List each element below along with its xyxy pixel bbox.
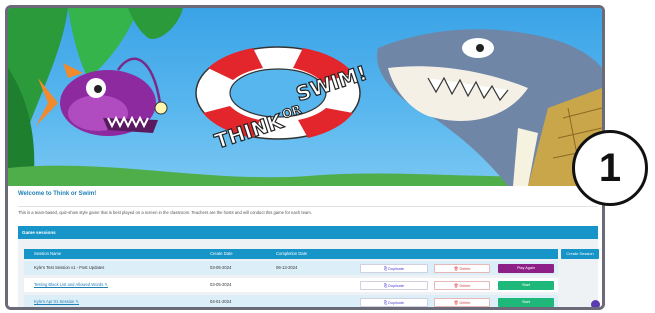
game-sessions-header: Game sessions bbox=[18, 226, 598, 239]
column-completion-date: Completion Date bbox=[276, 251, 308, 256]
table-row: Testing Black List and Allowed Words ✎ 0… bbox=[24, 278, 558, 292]
create-date: 03-05-2024 bbox=[210, 282, 232, 287]
game-description: This is a team-based, quiz-show style ga… bbox=[18, 210, 312, 215]
annotation-number-badge: 1 bbox=[572, 130, 648, 206]
sessions-table-header: Session Name Create Date Completion Date bbox=[24, 249, 558, 259]
duplicate-button[interactable]: ⎘ Duplicate bbox=[360, 298, 428, 307]
completion-date: 06-13-2024 bbox=[276, 265, 298, 270]
duplicate-button[interactable]: ⎘ Duplicate bbox=[360, 264, 428, 273]
welcome-title: Welcome to Think or Swim! bbox=[18, 191, 97, 197]
create-date: 04-01-2024 bbox=[210, 299, 232, 304]
delete-button[interactable]: 🗑 Delete bbox=[434, 281, 490, 290]
start-button[interactable]: Start bbox=[498, 281, 554, 290]
divider bbox=[18, 206, 598, 207]
table-row: Kyle's Apr 01 Session ✎ 04-01-2024 ⎘ Dup… bbox=[24, 295, 558, 307]
play-again-button[interactable]: Play Again bbox=[498, 264, 554, 273]
start-button[interactable]: Start bbox=[498, 298, 554, 307]
edit-pencil-icon[interactable]: ✎ bbox=[104, 282, 108, 287]
chat-widget-icon[interactable] bbox=[591, 300, 600, 307]
column-session-name: Session Name bbox=[34, 251, 62, 256]
think-or-swim-banner: THINK OR SWIM! bbox=[8, 8, 602, 186]
session-name-link[interactable]: Testing Black List and Allowed Words ✎ bbox=[34, 278, 108, 292]
duplicate-button[interactable]: ⎘ Duplicate bbox=[360, 281, 428, 290]
banner-illustration: THINK OR SWIM! bbox=[8, 8, 602, 186]
main-content: Welcome to Think or Swim! This is a team… bbox=[8, 186, 602, 307]
delete-button[interactable]: 🗑 Delete bbox=[434, 264, 490, 273]
create-date: 03-05-2024 bbox=[210, 265, 232, 270]
app-window: THINK OR SWIM! Welcome to Think or Swim!… bbox=[5, 5, 605, 310]
create-session-button[interactable]: Create Session bbox=[561, 249, 599, 259]
session-name-link[interactable]: Kyle's Apr 01 Session ✎ bbox=[34, 295, 80, 307]
delete-button[interactable]: 🗑 Delete bbox=[434, 298, 490, 307]
edit-pencil-icon[interactable]: ✎ bbox=[76, 299, 80, 304]
session-name: Kyle's Test Session v1 - Post Updates bbox=[34, 265, 105, 270]
table-row: Kyle's Test Session v1 - Post Updates 03… bbox=[24, 261, 558, 275]
column-create-date: Create Date bbox=[210, 251, 233, 256]
